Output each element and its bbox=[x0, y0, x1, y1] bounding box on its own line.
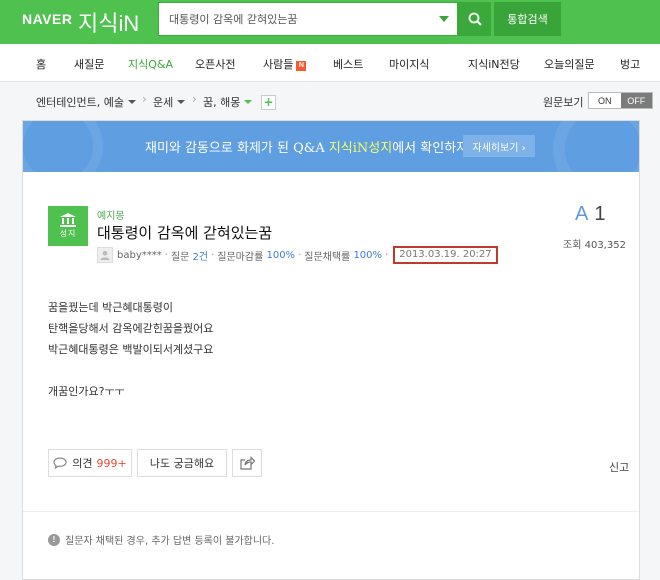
total-search-button[interactable]: 통합검색 bbox=[494, 2, 561, 36]
select-rate: 100% bbox=[353, 249, 383, 261]
breadcrumb-item-entertainment[interactable]: 엔터테인먼트, 예술 bbox=[36, 94, 136, 110]
badge-label: 성지 bbox=[59, 229, 77, 238]
banner-highlight: 지식iN성지 bbox=[328, 141, 393, 156]
banner-decoration bbox=[23, 121, 103, 172]
new-badge: N bbox=[296, 61, 307, 71]
notice-text: 질문자 채택된 경우, 추가 답변 등록이 불가합니다. bbox=[65, 536, 275, 547]
breadcrumb-label: 꿈, 해몽 bbox=[203, 96, 241, 109]
meta-separator: · bbox=[298, 249, 302, 261]
search-dropdown-icon[interactable] bbox=[439, 16, 449, 22]
banner-text-before: 재미와 감동으로 화제가 된 Q&A bbox=[145, 141, 329, 156]
answer-count-value: 1 bbox=[594, 203, 606, 225]
breadcrumb-label: 운세 bbox=[153, 96, 174, 109]
search-box bbox=[158, 2, 458, 36]
holy-place-badge: 성지 bbox=[48, 206, 88, 246]
temple-icon bbox=[60, 213, 76, 227]
close-rate: 100% bbox=[266, 249, 296, 261]
question-title: 대통령이 감옥에 갇혀있는꿈 bbox=[97, 224, 273, 242]
author-name[interactable]: baby**** bbox=[117, 250, 162, 261]
body-line bbox=[48, 360, 213, 381]
question-date: 2013.03.19. 20:27 bbox=[393, 246, 498, 264]
tab-my-knowledge[interactable]: 마이지식 bbox=[389, 56, 429, 72]
chevron-down-icon bbox=[244, 100, 253, 104]
body-line: 박근혜대통령은 백발이되서계셨구요 bbox=[48, 343, 214, 356]
opinion-label: 의견 bbox=[72, 457, 93, 470]
promo-banner[interactable]: 재미와 감동으로 화제가 된 Q&A 지식iN성지에서 확인하자! 자세히보기 … bbox=[23, 121, 639, 172]
jisikin-logo[interactable]: 지식iN bbox=[78, 6, 139, 38]
answer-notice: ! 질문자 채택된 경우, 추가 답변 등록이 불가합니다. bbox=[48, 532, 274, 547]
body-line: 개꿈인가요?ㅜㅜ bbox=[48, 385, 125, 398]
question-body: 꿈을꿨는데 박근혜대통령이 탄핵을당해서 감옥에갇힌꿈을꿨어요 박근혜대통령은 … bbox=[48, 297, 213, 402]
banner-text: 재미와 감동으로 화제가 된 Q&A 지식iN성지에서 확인하자! bbox=[145, 137, 473, 156]
original-view-toggle[interactable]: ON OFF bbox=[588, 92, 653, 109]
report-button[interactable]: 신고 bbox=[609, 459, 629, 475]
tab-new-questions[interactable]: 새질문 bbox=[74, 56, 104, 72]
divider bbox=[23, 511, 639, 512]
banner-decoration bbox=[553, 121, 639, 172]
toggle-on[interactable]: ON bbox=[589, 93, 621, 108]
meta-separator: · bbox=[211, 249, 215, 261]
comment-icon bbox=[53, 457, 67, 469]
breadcrumb-item-dream[interactable]: 꿈, 해몽 bbox=[203, 94, 253, 110]
search-button[interactable] bbox=[458, 2, 491, 36]
opinion-button[interactable]: 의견 999+ bbox=[48, 449, 132, 477]
meta-separator: · bbox=[164, 249, 168, 261]
avatar[interactable] bbox=[97, 247, 113, 263]
body-line: 꿈을꿨는데 박근혜대통령이 bbox=[48, 301, 173, 314]
question-meta: baby**** · 질문 2건 · 질문마감률 100% · 질문채택률 10… bbox=[97, 246, 498, 264]
tab-extra[interactable]: 벙고 bbox=[620, 56, 640, 72]
tab-open-dictionary[interactable]: 오픈사전 bbox=[195, 56, 235, 72]
toggle-off[interactable]: OFF bbox=[620, 93, 652, 108]
question-card: 재미와 감동으로 화제가 된 Q&A 지식iN성지에서 확인하자! 자세히보기 … bbox=[22, 120, 640, 580]
close-rate-label: 질문마감률 bbox=[217, 251, 264, 263]
tab-people-label: 사람들 bbox=[263, 58, 294, 71]
curious-button[interactable]: 나도 궁금해요 bbox=[137, 449, 227, 477]
question-count-label: 질문 bbox=[170, 251, 190, 263]
main-nav: 홈 새질문 지식Q&A 오픈사전 사람들 N 베스트 마이지식 지식iN전당 오늘… bbox=[0, 44, 660, 82]
tab-qna[interactable]: 지식Q&A bbox=[128, 56, 173, 72]
views-value: 403,352 bbox=[584, 240, 626, 251]
view-count: 조회 403,352 bbox=[563, 236, 626, 251]
breadcrumb-item-fortune[interactable]: 운세 bbox=[153, 94, 186, 110]
breadcrumb-separator-icon: › bbox=[142, 92, 147, 106]
info-icon: ! bbox=[48, 533, 60, 546]
breadcrumb-separator-icon: › bbox=[192, 92, 197, 106]
add-category-button[interactable]: + bbox=[261, 95, 276, 110]
opinion-count: 999+ bbox=[96, 456, 127, 470]
select-rate-label: 질문채택률 bbox=[304, 251, 351, 263]
chevron-down-icon bbox=[177, 100, 186, 104]
naver-logo[interactable]: NAVER bbox=[22, 11, 72, 27]
search-input[interactable] bbox=[167, 3, 427, 35]
breadcrumb-label: 엔터테인먼트, 예술 bbox=[36, 96, 124, 109]
tab-home[interactable]: 홈 bbox=[36, 56, 46, 72]
banner-text-after: 에서 확인하자! bbox=[392, 141, 474, 156]
share-button[interactable] bbox=[232, 449, 262, 477]
tab-people[interactable]: 사람들 N bbox=[263, 56, 307, 72]
views-label: 조회 bbox=[563, 240, 582, 251]
question-category[interactable]: 예지몽 bbox=[97, 207, 125, 222]
meta-separator: · bbox=[385, 249, 389, 261]
chevron-down-icon bbox=[127, 100, 136, 104]
question-count: 2건 bbox=[192, 251, 209, 263]
share-icon bbox=[240, 456, 255, 470]
search-icon bbox=[468, 12, 482, 26]
banner-detail-button[interactable]: 자세히보기 › bbox=[463, 135, 535, 157]
top-header: NAVER 지식iN 통합검색 bbox=[0, 0, 660, 44]
tab-today-question[interactable]: 오늘의질문 bbox=[544, 56, 595, 72]
tab-best[interactable]: 베스트 bbox=[333, 56, 363, 72]
original-view-label: 원문보기 bbox=[543, 96, 584, 109]
user-icon bbox=[100, 251, 110, 260]
tab-hall-of-fame[interactable]: 지식iN전당 bbox=[468, 56, 520, 72]
answer-count: A1 bbox=[575, 203, 605, 226]
body-line: 탄핵을당해서 감옥에갇힌꿈을꿨어요 bbox=[48, 322, 214, 335]
answer-icon: A bbox=[575, 203, 589, 225]
